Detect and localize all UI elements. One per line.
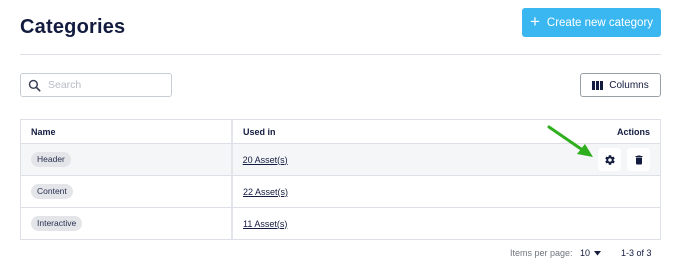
- table-row: Interactive 11 Asset(s): [21, 207, 660, 239]
- used-in-link[interactable]: 22 Asset(s): [243, 187, 288, 197]
- items-per-page-label: Items per page:: [510, 248, 573, 258]
- column-header-name[interactable]: Name: [21, 120, 233, 143]
- column-header-used-in[interactable]: Used in: [233, 120, 599, 143]
- items-per-page-value: 10: [580, 248, 591, 258]
- used-in-link[interactable]: 11 Asset(s): [243, 219, 287, 229]
- columns-button[interactable]: Columns: [580, 73, 661, 97]
- column-header-actions: Actions: [616, 126, 650, 137]
- search-box[interactable]: [20, 73, 172, 97]
- category-chip: Interactive: [31, 216, 83, 231]
- columns-icon: [592, 80, 604, 90]
- delete-button[interactable]: [627, 148, 650, 171]
- settings-icon: [604, 154, 615, 165]
- category-chip: Header: [31, 152, 71, 167]
- page-title: Categories: [20, 16, 126, 38]
- items-per-page-select[interactable]: 10: [580, 248, 602, 258]
- columns-button-label: Columns: [609, 79, 649, 91]
- table-row: Content 22 Asset(s): [21, 175, 660, 207]
- used-in-link[interactable]: 20 Asset(s): [243, 155, 288, 165]
- create-new-category-label: Create new category: [546, 16, 654, 29]
- header-divider: [20, 54, 661, 55]
- create-new-category-button[interactable]: + Create new category: [522, 8, 661, 37]
- caret-down-icon: [594, 250, 602, 255]
- plus-icon: +: [529, 12, 540, 31]
- category-chip: Content: [31, 184, 73, 199]
- pagination-range: 1-3 of 3: [621, 248, 652, 258]
- settings-button[interactable]: [598, 148, 621, 171]
- search-input[interactable]: [48, 79, 166, 91]
- search-icon: [28, 79, 41, 92]
- trash-icon: [635, 155, 642, 164]
- annotation-arrow-icon: [547, 125, 593, 157]
